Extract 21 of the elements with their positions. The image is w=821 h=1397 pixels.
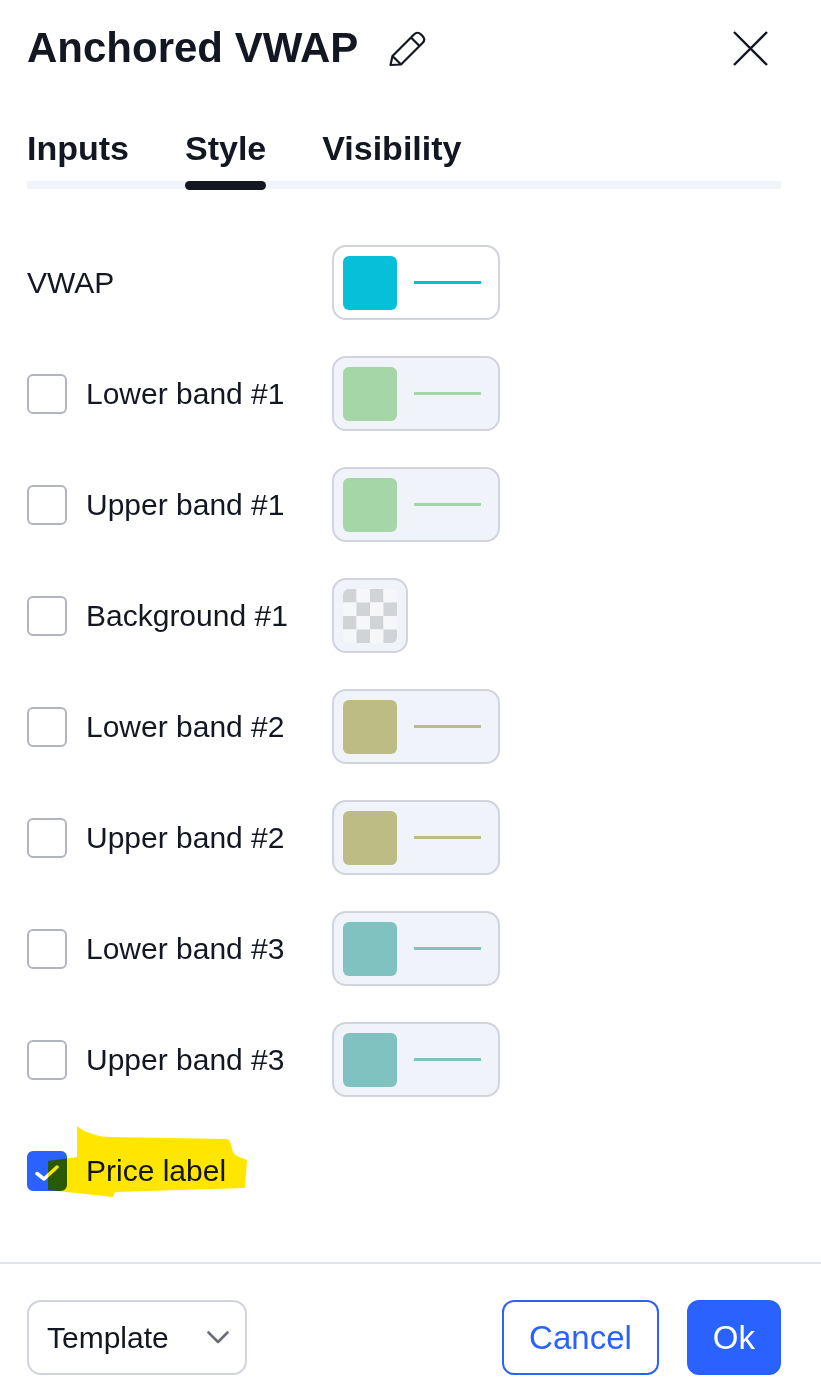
setting-label: Lower band #3 [86, 930, 285, 967]
color-picker-button[interactable] [332, 245, 500, 320]
setting-label: Upper band #3 [86, 1041, 285, 1078]
template-dropdown[interactable]: Template [27, 1300, 247, 1375]
setting-label: Lower band #1 [86, 375, 285, 412]
setting-label: Upper band #2 [86, 819, 285, 856]
tab[interactable]: Style [185, 128, 267, 190]
setting-label: Background #1 [86, 597, 288, 634]
checkerboard-icon [343, 588, 397, 643]
setting-label: Lower band #2 [86, 708, 285, 745]
setting-label: Price label [86, 1152, 227, 1189]
chevron-down-icon [207, 1331, 229, 1344]
setting-label: Upper band #1 [86, 486, 285, 523]
setting-label: VWAP [27, 264, 115, 301]
cancel-button[interactable]: Cancel [502, 1300, 659, 1375]
ok-button[interactable]: Ok [686, 1300, 781, 1375]
pencil-icon[interactable] [388, 29, 428, 67]
tab[interactable]: Inputs [27, 128, 129, 190]
dialog-title: Anchored VWAP [27, 24, 359, 72]
tab[interactable]: Visibility [322, 128, 462, 190]
close-icon[interactable] [733, 30, 768, 66]
